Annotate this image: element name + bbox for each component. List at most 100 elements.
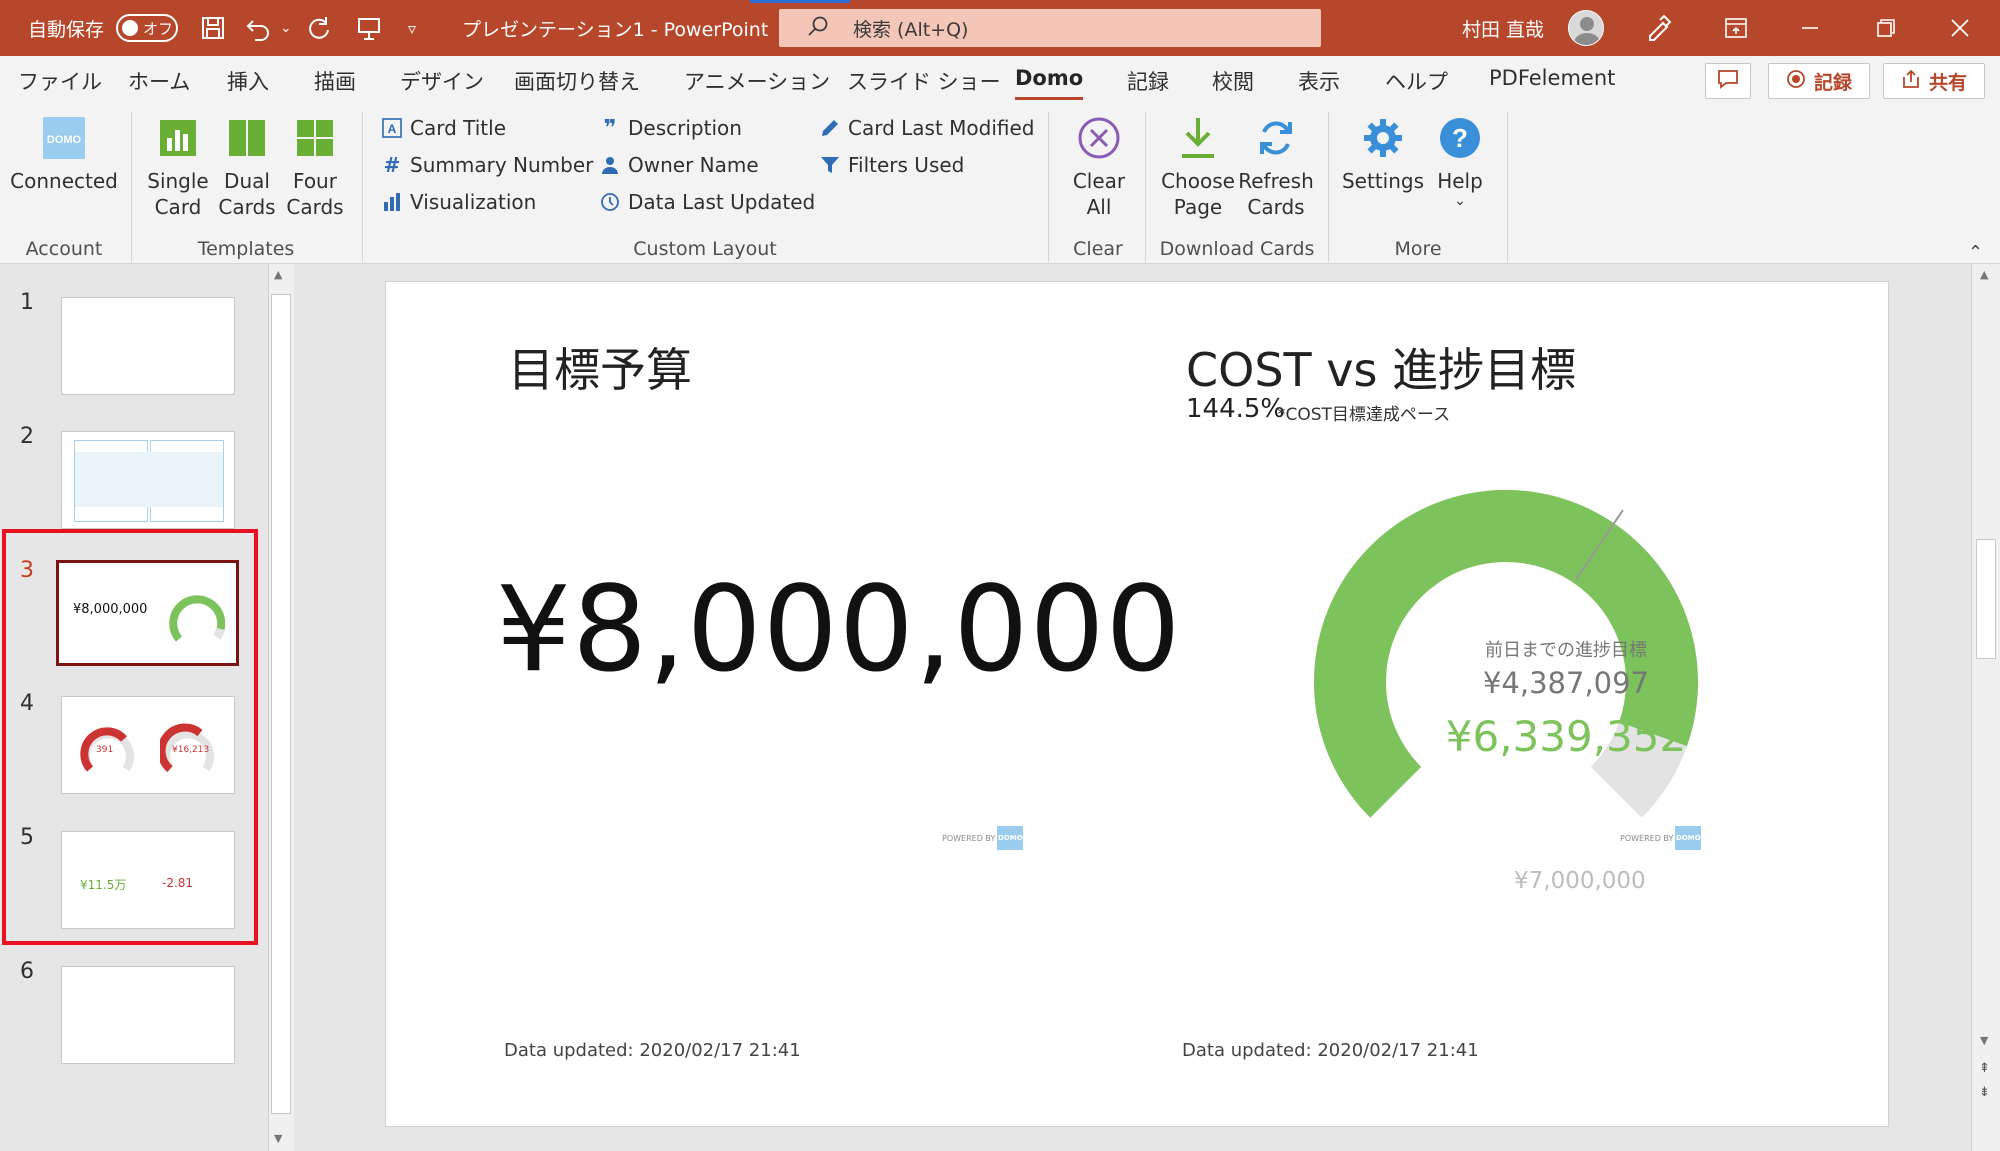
ribbon-display-icon[interactable] <box>1706 0 1766 56</box>
search-box[interactable]: 検索 (Alt+Q) <box>779 9 1321 47</box>
owner-name-button[interactable]: Owner Name <box>600 153 759 177</box>
tab-file[interactable]: ファイル <box>18 66 102 96</box>
slide-scrollbar[interactable]: ▲ ▼ ⇞ ⇟ <box>1971 264 2000 1151</box>
four-cards-button[interactable]: Four Cards <box>280 114 350 220</box>
tab-domo[interactable]: Domo <box>1015 66 1084 100</box>
hash-icon: # <box>383 153 401 177</box>
previous-slide-icon[interactable]: ⇞ <box>1979 1062 1990 1075</box>
card-title-label: Card Title <box>410 116 507 140</box>
tab-slideshow[interactable]: スライド ショー <box>847 66 1001 96</box>
clear-all-button[interactable]: Clear All <box>1064 114 1134 220</box>
settings-label: Settings <box>1341 169 1425 193</box>
filters-used-button[interactable]: Filters Used <box>820 153 964 177</box>
slide-number: 4 <box>20 691 34 716</box>
close-icon[interactable] <box>1930 0 1990 56</box>
slide-thumbnail[interactable] <box>61 297 235 395</box>
record-button[interactable]: 記録 <box>1768 63 1870 99</box>
clear-label-1: Clear <box>1072 169 1126 193</box>
undo-dropdown-icon[interactable]: ⌄ <box>280 0 292 56</box>
current-slide[interactable]: 目標予算 ¥8,000,000 COST vs 進捗目標 144.5% *COS… <box>385 281 1889 1127</box>
card-last-modified-button[interactable]: Card Last Modified <box>820 116 1035 140</box>
svg-text:DOMO: DOMO <box>47 134 82 146</box>
share-button[interactable]: 共有 <box>1883 63 1985 99</box>
domo-logo-icon: DOMO <box>40 114 88 162</box>
tab-pdfelement[interactable]: PDFelement <box>1489 66 1615 90</box>
presentation-icon[interactable] <box>356 0 382 56</box>
help-icon: ? <box>1436 114 1484 162</box>
group-download-cards: Download Cards <box>1159 238 1315 260</box>
visualization-button[interactable]: Visualization <box>382 190 536 214</box>
choose-label-2: Page <box>1173 195 1223 219</box>
avatar[interactable] <box>1568 10 1604 46</box>
slide-thumbnail[interactable]: ¥11.5万 -2.81 <box>61 831 235 929</box>
scroll-down-icon[interactable]: ▼ <box>274 1132 282 1145</box>
settings-button[interactable]: Settings <box>1340 114 1426 194</box>
tab-record[interactable]: 記録 <box>1127 66 1169 96</box>
left-card-title: 目標予算 <box>508 343 692 397</box>
group-clear: Clear <box>1073 238 1123 260</box>
data-last-updated-button[interactable]: Data Last Updated <box>600 190 815 214</box>
scroll-down-icon[interactable]: ▼ <box>1980 1034 1988 1047</box>
slide-thumbnail-current[interactable]: ¥8,000,000 <box>56 560 239 666</box>
tab-insert[interactable]: 挿入 <box>227 66 269 96</box>
restore-icon[interactable] <box>1856 0 1916 56</box>
slide-thumbnail[interactable] <box>61 966 235 1064</box>
left-data-updated: Data updated: 2020/02/17 21:41 <box>504 1040 801 1061</box>
dual-cards-button[interactable]: Dual Cards <box>212 114 282 220</box>
next-slide-icon[interactable]: ⇟ <box>1979 1086 1990 1099</box>
slide-number: 6 <box>20 959 34 984</box>
svg-text:A: A <box>388 122 397 136</box>
thumb-value: ¥16,213 <box>172 745 210 755</box>
person-icon <box>600 155 620 175</box>
tab-design[interactable]: デザイン <box>400 66 484 96</box>
tab-view[interactable]: 表示 <box>1298 66 1340 96</box>
tab-review[interactable]: 校閲 <box>1212 66 1254 96</box>
slide-thumbnail[interactable]: 391 ¥16,213 <box>61 696 235 794</box>
scroll-up-icon[interactable]: ▲ <box>1980 268 1988 281</box>
slide-number: 2 <box>20 424 34 449</box>
quote-icon: ❞ <box>603 115 617 141</box>
refresh-label-1: Refresh <box>1238 169 1314 193</box>
collapse-ribbon-icon[interactable]: ⌃ <box>1968 242 1983 263</box>
slide-number: 5 <box>20 825 34 850</box>
comments-button[interactable] <box>1705 63 1751 99</box>
tab-draw[interactable]: 描画 <box>314 66 356 96</box>
dual-cards-icon <box>223 114 271 162</box>
undo-icon[interactable] <box>245 0 273 56</box>
group-separator <box>1507 112 1508 262</box>
pencil-icon <box>820 118 840 138</box>
autosave-toggle[interactable]: オフ <box>116 14 178 42</box>
scroll-up-icon[interactable]: ▲ <box>274 268 282 281</box>
connected-button[interactable]: DOMO Connected <box>10 114 118 194</box>
slide-thumbnail[interactable] <box>61 431 235 529</box>
tab-help[interactable]: ヘルプ <box>1385 66 1448 96</box>
slide-scroll-thumb[interactable] <box>1976 539 1996 659</box>
description-button[interactable]: ❞ Description <box>600 115 742 141</box>
help-dropdown-icon[interactable]: ⌄ <box>1454 194 1466 208</box>
visualization-label: Visualization <box>410 190 537 214</box>
redo-icon[interactable] <box>306 0 332 56</box>
minimize-icon[interactable] <box>1780 0 1840 56</box>
pen-icon[interactable] <box>1644 0 1672 56</box>
group-account: Account <box>25 238 103 260</box>
summary-value: 144.5% <box>1186 394 1286 424</box>
help-button[interactable]: ? Help ⌄ <box>1420 114 1500 208</box>
right-card-title: COST vs 進捗目標 <box>1186 343 1577 397</box>
ribbon: DOMO Connected Account Single Card Dual … <box>0 106 2000 264</box>
choose-page-button[interactable]: Choose Page <box>1158 114 1238 220</box>
customize-toolbar-icon[interactable]: ▿ <box>408 0 416 56</box>
tab-home[interactable]: ホーム <box>128 66 190 96</box>
tab-transitions[interactable]: 画面切り替え <box>514 66 640 96</box>
share-icon <box>1901 69 1921 94</box>
card-title-button[interactable]: A Card Title <box>382 116 506 140</box>
thumbnail-scroll-thumb[interactable] <box>271 294 291 1114</box>
tab-animations[interactable]: アニメーション <box>684 66 830 96</box>
summary-number-button[interactable]: # Summary Number <box>382 153 594 177</box>
single-card-button[interactable]: Single Card <box>142 114 214 220</box>
refresh-cards-button[interactable]: Refresh Cards <box>1236 114 1316 220</box>
save-icon[interactable] <box>200 0 226 56</box>
refresh-icon <box>1252 114 1300 162</box>
gauge-chart <box>1313 489 1698 818</box>
four-label-1: Four <box>293 169 337 193</box>
powered-by-label: POWERED BY <box>942 833 996 843</box>
